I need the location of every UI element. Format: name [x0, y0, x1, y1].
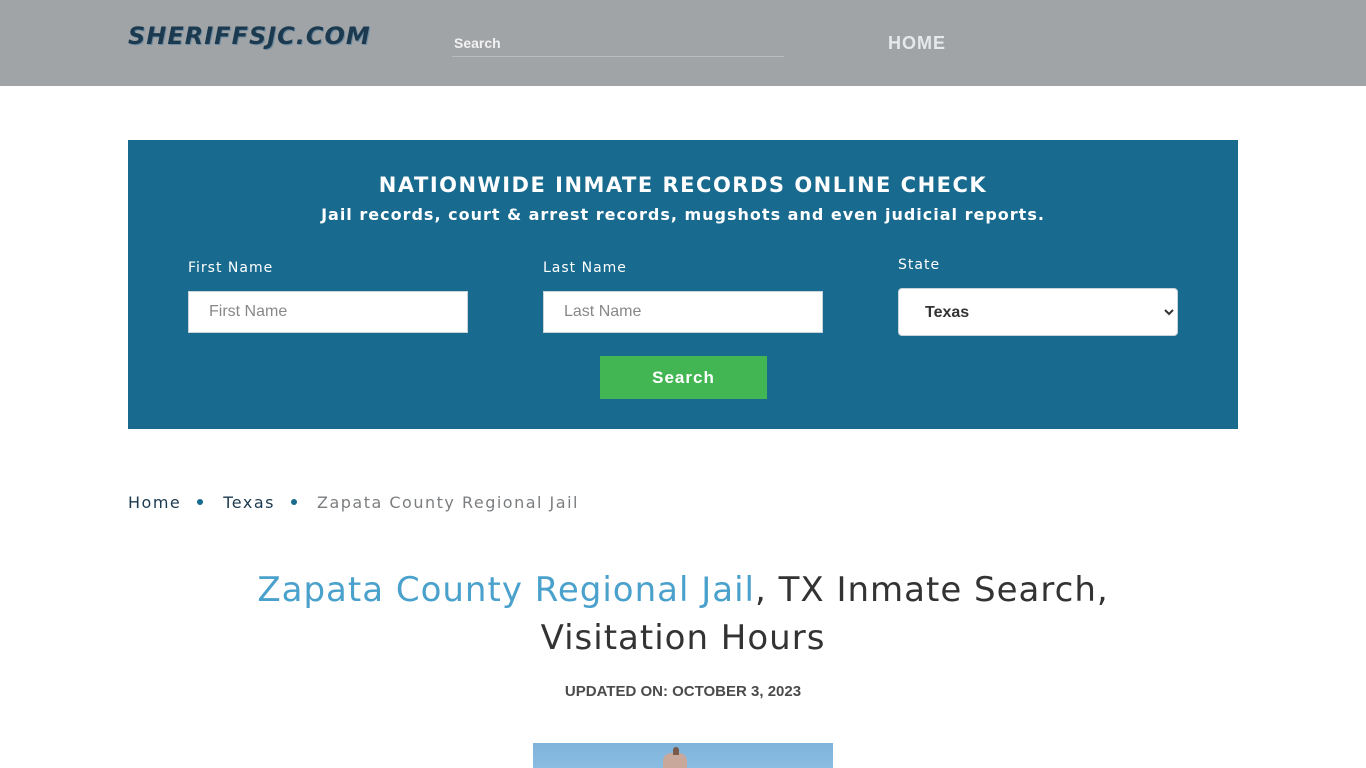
header-search-input[interactable] [452, 30, 788, 56]
state-label: State [898, 257, 941, 273]
last-name-field[interactable] [543, 291, 823, 333]
state-select[interactable]: Texas [898, 288, 1178, 336]
header-search [452, 30, 788, 57]
last-name-label: Last Name [543, 260, 627, 276]
building-spire [673, 747, 679, 755]
inmate-search-banner: NATIONWIDE INMATE RECORDS ONLINE CHECK J… [128, 140, 1238, 429]
breadcrumb: Home Texas Zapata County Regional Jail [128, 491, 579, 513]
first-name-field[interactable] [188, 291, 468, 333]
breadcrumb-home[interactable]: Home [128, 493, 181, 512]
jail-building-image [533, 743, 833, 768]
breadcrumb-texas[interactable]: Texas [223, 493, 275, 512]
top-header: SHERIFFSJC.COM HOME [0, 0, 1366, 86]
page-title: Zapata County Regional Jail, TX Inmate S… [183, 566, 1183, 662]
updated-date: UPDATED ON: OCTOBER 3, 2023 [564, 683, 802, 700]
breadcrumb-separator [197, 499, 204, 505]
breadcrumb-current: Zapata County Regional Jail [316, 492, 579, 512]
banner-subtitle: Jail records, court & arrest records, mu… [321, 205, 1045, 224]
search-button[interactable]: Search [600, 356, 767, 399]
first-name-label: First Name [188, 260, 274, 276]
banner-title: NATIONWIDE INMATE RECORDS ONLINE CHECK [378, 173, 988, 197]
nav-home-link[interactable]: HOME [888, 33, 946, 54]
building-tower [663, 753, 687, 768]
page-title-link[interactable]: Zapata County Regional Jail [257, 570, 755, 610]
breadcrumb-separator [290, 499, 297, 505]
site-logo[interactable]: SHERIFFSJC.COM [128, 22, 371, 50]
